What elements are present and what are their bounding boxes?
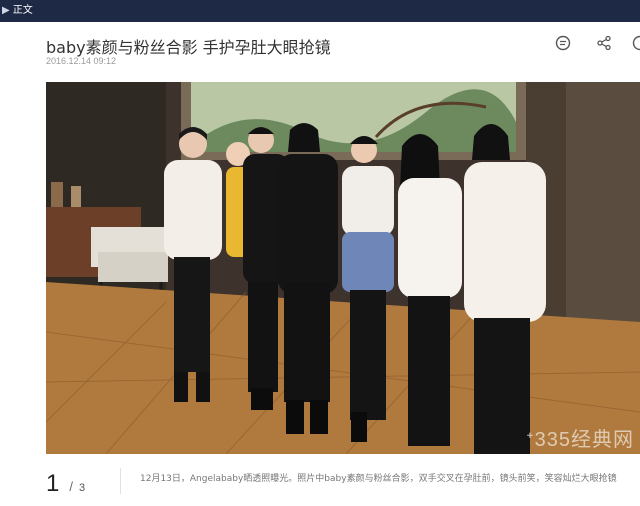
share-icon[interactable] — [596, 35, 612, 51]
pager-divider — [120, 468, 121, 494]
more-icon[interactable] — [632, 35, 640, 51]
pager-current: 1 — [46, 470, 60, 497]
comment-icon[interactable] — [555, 35, 571, 51]
photo-watermark: ᐩ335经典网 — [525, 429, 634, 451]
breadcrumb-arrow-icon: ▶ — [2, 5, 10, 16]
article-photo[interactable]: ᐩ335经典网 — [46, 82, 640, 454]
pager-separator: / — [69, 479, 73, 494]
pager-total: 3 — [78, 482, 86, 494]
photo-pager: 1 / 3 — [46, 470, 85, 498]
breadcrumb[interactable]: ▶ 正文 — [2, 4, 33, 18]
breadcrumb-current[interactable]: 正文 — [13, 5, 33, 16]
article-date: 2016.12.14 09:12 — [46, 56, 117, 66]
photo-caption: 12月13日，Angelababy晒透照曝光。照片中baby素颜与粉丝合影，双手… — [140, 474, 617, 484]
top-bar: ▶ 正文 — [0, 0, 640, 22]
article-title: baby素颜与粉丝合影 手护孕肚大眼抢镜 — [46, 38, 331, 57]
